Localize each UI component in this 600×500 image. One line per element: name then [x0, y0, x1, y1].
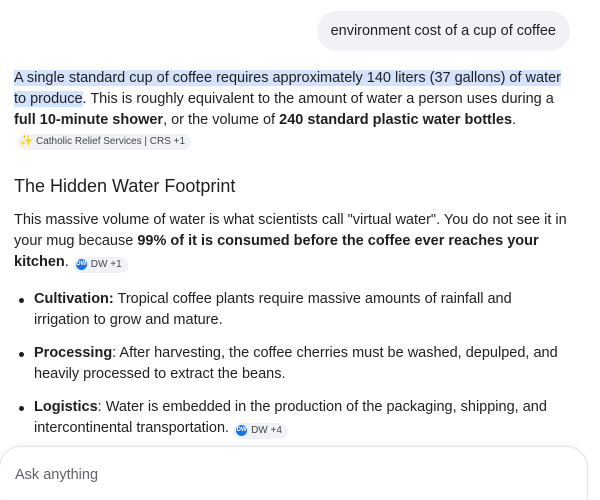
prompt-input[interactable]	[15, 467, 555, 483]
user-message-bubble: environment cost of a cup of coffee	[316, 11, 570, 51]
intro-bold-2: 240 standard plastic water bottles	[279, 112, 513, 128]
intro-text-3: .	[512, 112, 517, 128]
dw-icon: DW	[236, 425, 248, 436]
citation-chip-dw[interactable]: DW DW +4	[233, 422, 288, 439]
answer-paragraph-2: This massive volume of water is what sci…	[14, 210, 570, 273]
section-heading: The Hidden Water Footprint	[14, 176, 236, 196]
bullet-term: Logistics	[34, 399, 98, 415]
answer-intro-paragraph: A single standard cup of coffee requires…	[14, 68, 570, 152]
citation-label: DW +1	[90, 258, 122, 270]
bullet-text: : After harvesting, the coffee cherries …	[34, 345, 558, 382]
citation-chip-crs[interactable]: ✨ Catholic Relief Services | CRS +1	[18, 133, 192, 150]
user-message-text: environment cost of a cup of coffee	[330, 23, 556, 39]
list-item: Processing: After harvesting, the coffee…	[19, 343, 570, 385]
dw-icon: DW	[75, 259, 87, 270]
prompt-input-container	[0, 446, 588, 500]
bullet-term: Processing	[34, 345, 113, 361]
chat-page: environment cost of a cup of coffee A si…	[0, 0, 600, 500]
intro-bold-1: full 10-minute shower	[14, 112, 164, 128]
list-item: Logistics: Water is embedded in the prod…	[19, 397, 570, 439]
list-item: Cultivation: Tropical coffee plants requ…	[19, 289, 570, 331]
crs-icon: ✨	[19, 135, 34, 147]
citation-chip-dw[interactable]: DW DW +1	[72, 256, 128, 273]
para2-text-2: .	[64, 254, 69, 270]
assistant-response: A single standard cup of coffee requires…	[14, 68, 570, 451]
bullet-term: Cultivation:	[34, 291, 114, 307]
bullet-list: Cultivation: Tropical coffee plants requ…	[14, 289, 570, 439]
intro-text-1: . This is roughly equivalent to the amou…	[82, 91, 554, 107]
intro-text-2: , or the volume of	[163, 112, 280, 128]
citation-label: DW +4	[251, 424, 282, 436]
citation-label: Catholic Relief Services | CRS +1	[36, 135, 186, 147]
bullet-text: : Water is embedded in the production of…	[34, 399, 547, 436]
